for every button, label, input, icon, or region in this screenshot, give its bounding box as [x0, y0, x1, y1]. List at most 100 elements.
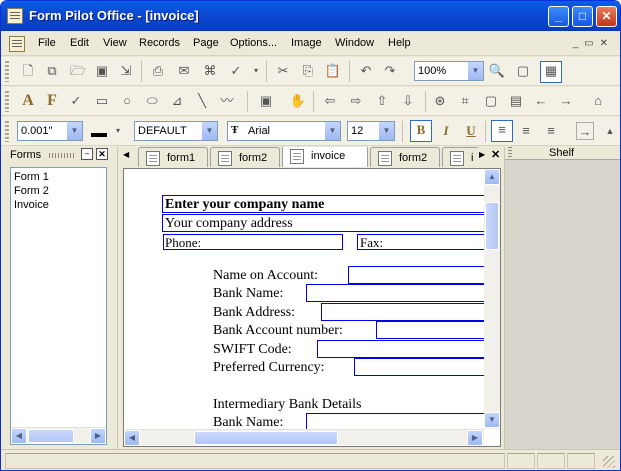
text-tool-icon[interactable]: A [19, 92, 37, 110]
bring-front-icon[interactable]: ▢ [482, 92, 500, 110]
tab-scroll-left-icon[interactable]: ◀ [123, 150, 129, 159]
forms-list-hscroll[interactable]: ◀ ▶ [11, 427, 106, 444]
scroll-thumb[interactable] [485, 202, 499, 250]
align-text-left-icon[interactable]: ≡ [491, 120, 513, 142]
tab-form2[interactable]: form2 [210, 147, 280, 167]
style-combo[interactable]: DEFAULT ▼ [134, 121, 218, 141]
spellcheck-icon[interactable]: ✓ [227, 62, 245, 80]
chevron-down-icon[interactable]: ▾ [109, 122, 127, 140]
scroll-down-icon[interactable]: ▼ [484, 412, 500, 428]
toolbar-grip[interactable] [5, 91, 9, 112]
menu-edit[interactable]: Edit [70, 37, 89, 49]
mdi-controls[interactable]: _▭✕ [573, 38, 614, 49]
preferred-currency-field[interactable] [354, 358, 484, 376]
freehand-tool-icon[interactable]: 〰 [218, 92, 236, 110]
forms-list-item[interactable]: Form 2 [11, 184, 106, 198]
swift-code-field[interactable] [317, 340, 484, 358]
tab-form1[interactable]: form1 [138, 147, 208, 167]
tab-invoice[interactable]: invoice [282, 147, 368, 167]
close-button[interactable]: ✕ [596, 6, 617, 27]
minimize-button[interactable]: _ [548, 6, 569, 27]
menu-page[interactable]: Page [193, 37, 219, 49]
scroll-right-icon[interactable]: ▶ [467, 430, 483, 446]
open-icon[interactable]: 🗁 [69, 62, 87, 80]
copy-form-icon[interactable]: ⧉ [43, 62, 61, 80]
cut-icon[interactable]: ✂ [274, 62, 292, 80]
toolbar-grip[interactable] [5, 61, 9, 82]
tab-form2[interactable]: form2 [370, 147, 440, 167]
move-left-icon[interactable]: ⇦ [321, 92, 339, 110]
rectangle-tool-icon[interactable]: ▭ [93, 92, 111, 110]
chevron-down-icon[interactable]: ▼ [324, 122, 340, 140]
italic-button[interactable]: I [437, 122, 455, 140]
tab-i[interactable]: i [442, 147, 478, 167]
tab-scroll-right-icon[interactable]: ▶ [479, 150, 485, 159]
polygon-tool-icon[interactable]: ⊿ [168, 92, 186, 110]
zoom-icon[interactable]: 🔍 [488, 62, 506, 80]
document-icon[interactable] [9, 36, 25, 52]
document-hscroll[interactable]: ◀ ▶ [124, 429, 484, 446]
new-icon[interactable]: 🗋 [19, 62, 37, 80]
bold-button[interactable]: B [410, 120, 432, 142]
bank-name-field[interactable] [306, 284, 484, 302]
chevron-down-icon[interactable]: ▼ [467, 62, 483, 80]
scroll-up-icon[interactable]: ▲ [484, 169, 500, 185]
spellcheck-dropdown-icon[interactable]: ▾ [247, 62, 265, 80]
shelf-area[interactable] [505, 159, 620, 449]
checkbox-tool-icon[interactable]: ✓ [67, 92, 85, 110]
undo-icon[interactable]: ↶ [357, 62, 375, 80]
ellipse-tool-icon[interactable]: ⬭ [143, 92, 161, 110]
redo-icon[interactable]: ↷ [381, 62, 399, 80]
menu-view[interactable]: View [103, 37, 127, 49]
forms-list-item[interactable]: Invoice [11, 198, 106, 212]
align-right-icon[interactable]: → [557, 92, 575, 110]
move-right-icon[interactable]: ⇨ [347, 92, 365, 110]
font-size-combo[interactable]: 12 ▼ [347, 121, 395, 141]
underline-button[interactable]: U [462, 122, 480, 140]
menu-options[interactable]: Options... [230, 37, 277, 49]
name-on-account-field[interactable] [348, 266, 484, 284]
bank-address-field[interactable] [321, 303, 484, 321]
pin-icon[interactable]: – [81, 148, 93, 160]
image-adjust-icon[interactable]: ⊛ [431, 92, 449, 110]
panel-grip[interactable] [49, 153, 76, 158]
menu-window[interactable]: Window [335, 37, 374, 49]
menu-file[interactable]: File [38, 37, 56, 49]
scroll-thumb[interactable] [194, 431, 338, 445]
intermediary-bank-name-field[interactable] [306, 413, 484, 429]
scroll-left-icon[interactable]: ◀ [11, 428, 27, 444]
crop-icon[interactable]: ⌗ [456, 92, 474, 110]
chevron-down-icon[interactable]: ▼ [201, 122, 217, 140]
paste-icon[interactable]: 📋 [324, 62, 342, 80]
chevron-up-icon[interactable]: ▲ [601, 122, 619, 140]
document-close-icon[interactable]: ✕ [491, 148, 500, 161]
resize-grip[interactable] [603, 456, 615, 468]
line-tool-icon[interactable]: ╲ [193, 92, 211, 110]
panel-close-icon[interactable]: ✕ [96, 148, 108, 160]
chevron-down-icon[interactable]: ▼ [378, 122, 394, 140]
mail-icon[interactable]: ✉ [175, 62, 193, 80]
chevron-down-icon[interactable]: ▼ [66, 122, 82, 140]
maximize-button[interactable]: □ [572, 6, 593, 27]
scroll-thumb[interactable] [28, 429, 74, 443]
align-left-icon[interactable]: ← [532, 92, 550, 110]
group-icon[interactable]: ⌂ [589, 92, 607, 110]
page-view[interactable]: Enter your company name Your company add… [124, 169, 484, 429]
line-width-combo[interactable]: 0.001" ▼ [17, 121, 83, 141]
zoom-page-icon[interactable]: ▢ [514, 62, 532, 80]
save-icon[interactable]: ▣ [93, 62, 111, 80]
align-text-center-icon[interactable]: ≡ [517, 122, 535, 140]
export-icon[interactable]: ⇲ [117, 62, 135, 80]
fax-icon[interactable]: ⌘ [201, 62, 219, 80]
menu-records[interactable]: Records [139, 37, 180, 49]
document-vscroll[interactable]: ▲ ▼ [484, 169, 500, 429]
scroll-right-icon[interactable]: ▶ [90, 428, 106, 444]
tab-order-icon[interactable]: → [576, 122, 594, 140]
menu-help[interactable]: Help [388, 37, 411, 49]
bank-account-number-field[interactable] [376, 321, 484, 339]
font-combo[interactable]: Ŧ Arial ▼ [227, 121, 341, 141]
hand-tool-icon[interactable]: ✋ [289, 92, 307, 110]
shelf-grip[interactable] [508, 147, 512, 159]
menu-image[interactable]: Image [291, 37, 322, 49]
send-back-icon[interactable]: ▤ [507, 92, 525, 110]
